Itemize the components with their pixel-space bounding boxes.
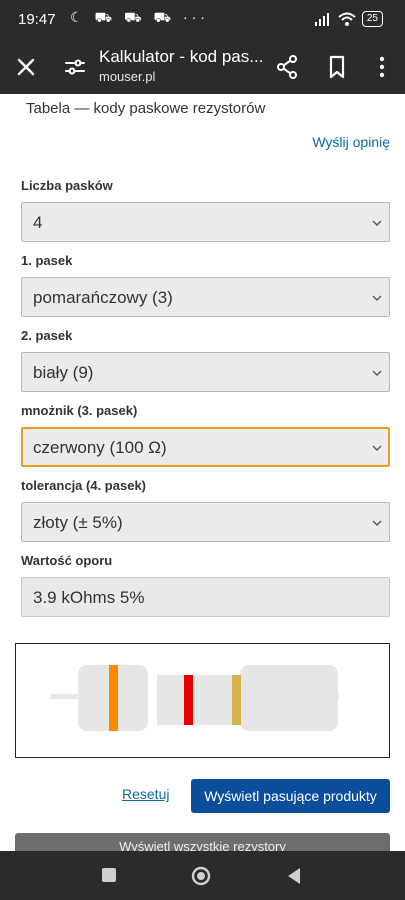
feedback-link[interactable]: Wyślij opinię xyxy=(312,134,390,150)
chevron-down-icon xyxy=(372,295,382,301)
resistor-band-1 xyxy=(109,665,118,731)
show-matching-products-button[interactable]: Wyświetl pasujące produkty xyxy=(191,779,390,813)
resistance-value: 3.9 kOhms 5% xyxy=(33,588,145,607)
band2-value: biały (9) xyxy=(33,363,94,382)
chevron-down-icon xyxy=(372,445,382,451)
tolerance-label: tolerancja (4. pasek) xyxy=(21,478,146,493)
show-all-resistors-button[interactable]: Wyświetl wszystkie rezystory xyxy=(15,833,390,853)
tolerance-select[interactable]: złoty (± 5%) xyxy=(21,502,390,542)
status-time: 19:47 xyxy=(18,11,56,28)
resistor-image xyxy=(51,665,339,731)
notification-icons: ☾ ⛟ ⛟ ⛟ ··· xyxy=(70,9,209,25)
browser-toolbar: Kalkulator - kod pas... mouser.pl xyxy=(0,40,405,94)
resistance-label: Wartość oporu xyxy=(21,553,113,568)
resistor-cap-right xyxy=(240,665,338,731)
close-icon[interactable] xyxy=(14,55,38,79)
page-url: mouser.pl xyxy=(99,69,156,84)
resistance-output: 3.9 kOhms 5% xyxy=(21,577,390,617)
resistor-band-3 xyxy=(232,675,241,725)
multiplier-label: mnożnik (3. pasek) xyxy=(21,403,138,418)
chevron-down-icon xyxy=(372,220,382,226)
back-icon[interactable] xyxy=(286,866,302,886)
chevron-down-icon xyxy=(372,520,382,526)
battery-indicator: 25 xyxy=(361,11,383,27)
wifi-icon xyxy=(338,12,356,26)
band1-select[interactable]: pomarańczowy (3) xyxy=(21,277,390,317)
band1-value: pomarańczowy (3) xyxy=(33,288,173,307)
status-right: 25 xyxy=(314,11,383,27)
more-options-icon[interactable] xyxy=(370,54,394,80)
band1-label: 1. pasek xyxy=(21,253,73,268)
breadcrumb[interactable]: Tabela — kody paskowe rezystorów xyxy=(26,100,265,117)
signal-icon xyxy=(314,13,329,26)
resistor-band-2 xyxy=(184,675,193,725)
band2-label: 2. pasek xyxy=(21,328,73,343)
page-title: Kalkulator - kod pas... xyxy=(99,47,264,66)
band-count-select[interactable]: 4 xyxy=(21,202,390,242)
band2-select[interactable]: biały (9) xyxy=(21,352,390,392)
page-settings-icon[interactable] xyxy=(63,55,87,79)
resistor-diagram xyxy=(15,643,390,758)
share-icon[interactable] xyxy=(275,54,299,80)
multiplier-select[interactable]: czerwony (100 Ω) xyxy=(21,427,390,467)
recent-apps-icon[interactable] xyxy=(102,868,116,882)
reset-link[interactable]: Resetuj xyxy=(122,786,169,802)
chevron-down-icon xyxy=(372,370,382,376)
band-count-label: Liczba pasków xyxy=(21,178,113,193)
home-icon[interactable] xyxy=(191,866,211,886)
system-nav-bar xyxy=(0,851,405,900)
tolerance-value: złoty (± 5%) xyxy=(33,513,123,532)
status-bar: 19:47 ☾ ⛟ ⛟ ⛟ ··· 25 xyxy=(0,0,405,40)
bookmark-icon[interactable] xyxy=(325,54,349,80)
band-count-value: 4 xyxy=(33,213,43,232)
multiplier-value: czerwony (100 Ω) xyxy=(33,438,167,457)
